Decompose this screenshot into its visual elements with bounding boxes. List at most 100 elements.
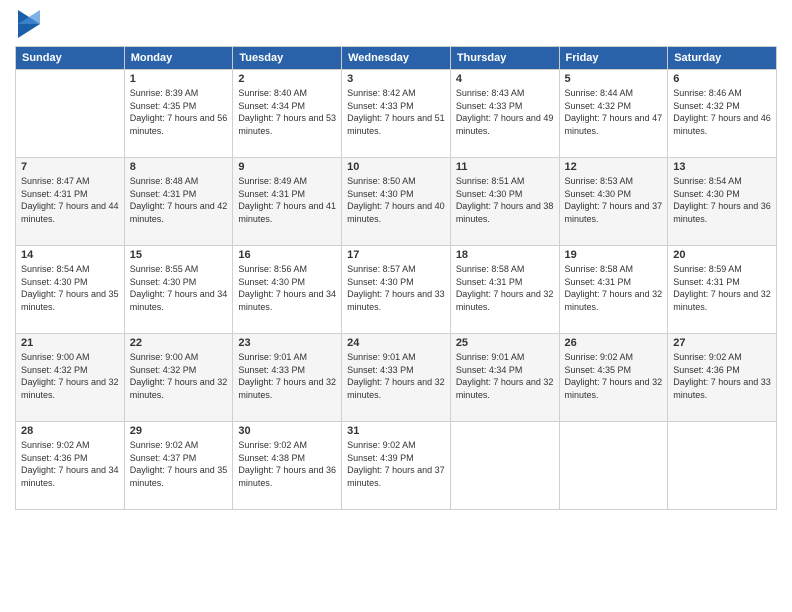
calendar-cell: 21 Sunrise: 9:00 AM Sunset: 4:32 PM Dayl… [16,334,125,422]
day-number: 21 [21,337,119,349]
day-number: 9 [238,161,336,173]
day-sunset: Sunset: 4:38 PM [238,452,336,465]
calendar-cell: 16 Sunrise: 8:56 AM Sunset: 4:30 PM Dayl… [233,246,342,334]
day-sunrise: Sunrise: 9:02 AM [238,439,336,452]
day-sunset: Sunset: 4:30 PM [238,276,336,289]
day-sunrise: Sunrise: 9:01 AM [238,351,336,364]
day-number: 2 [238,73,336,85]
day-sunset: Sunset: 4:30 PM [673,188,771,201]
day-number: 10 [347,161,445,173]
calendar-cell: 15 Sunrise: 8:55 AM Sunset: 4:30 PM Dayl… [124,246,233,334]
weekday-header-row: SundayMondayTuesdayWednesdayThursdayFrid… [16,47,777,70]
day-sunrise: Sunrise: 8:39 AM [130,87,228,100]
weekday-header-thursday: Thursday [450,47,559,70]
calendar-week-row: 7 Sunrise: 8:47 AM Sunset: 4:31 PM Dayli… [16,158,777,246]
day-sunset: Sunset: 4:30 PM [21,276,119,289]
day-sunset: Sunset: 4:31 PM [238,188,336,201]
calendar-table: SundayMondayTuesdayWednesdayThursdayFrid… [15,46,777,510]
calendar-cell: 17 Sunrise: 8:57 AM Sunset: 4:30 PM Dayl… [342,246,451,334]
day-sunrise: Sunrise: 8:43 AM [456,87,554,100]
weekday-header-tuesday: Tuesday [233,47,342,70]
day-daylight: Daylight: 7 hours and 32 minutes. [565,288,663,313]
day-number: 24 [347,337,445,349]
calendar-cell: 10 Sunrise: 8:50 AM Sunset: 4:30 PM Dayl… [342,158,451,246]
day-daylight: Daylight: 7 hours and 33 minutes. [673,376,771,401]
day-daylight: Daylight: 7 hours and 38 minutes. [456,200,554,225]
day-number: 23 [238,337,336,349]
logo [15,10,40,38]
day-sunset: Sunset: 4:30 PM [456,188,554,201]
day-daylight: Daylight: 7 hours and 34 minutes. [21,464,119,489]
calendar-cell: 14 Sunrise: 8:54 AM Sunset: 4:30 PM Dayl… [16,246,125,334]
calendar-cell: 8 Sunrise: 8:48 AM Sunset: 4:31 PM Dayli… [124,158,233,246]
calendar-cell: 7 Sunrise: 8:47 AM Sunset: 4:31 PM Dayli… [16,158,125,246]
day-number: 6 [673,73,771,85]
calendar-cell: 6 Sunrise: 8:46 AM Sunset: 4:32 PM Dayli… [668,70,777,158]
day-daylight: Daylight: 7 hours and 32 minutes. [673,288,771,313]
day-daylight: Daylight: 7 hours and 32 minutes. [565,376,663,401]
day-daylight: Daylight: 7 hours and 51 minutes. [347,112,445,137]
day-daylight: Daylight: 7 hours and 32 minutes. [238,376,336,401]
header [15,10,777,38]
weekday-header-monday: Monday [124,47,233,70]
calendar-week-row: 1 Sunrise: 8:39 AM Sunset: 4:35 PM Dayli… [16,70,777,158]
day-daylight: Daylight: 7 hours and 33 minutes. [347,288,445,313]
day-number: 20 [673,249,771,261]
day-daylight: Daylight: 7 hours and 34 minutes. [130,288,228,313]
day-sunset: Sunset: 4:30 PM [347,188,445,201]
day-daylight: Daylight: 7 hours and 32 minutes. [456,288,554,313]
calendar-week-row: 21 Sunrise: 9:00 AM Sunset: 4:32 PM Dayl… [16,334,777,422]
day-daylight: Daylight: 7 hours and 32 minutes. [21,376,119,401]
day-number: 30 [238,425,336,437]
day-sunrise: Sunrise: 8:40 AM [238,87,336,100]
day-sunset: Sunset: 4:31 PM [130,188,228,201]
day-daylight: Daylight: 7 hours and 44 minutes. [21,200,119,225]
calendar-cell: 11 Sunrise: 8:51 AM Sunset: 4:30 PM Dayl… [450,158,559,246]
day-daylight: Daylight: 7 hours and 56 minutes. [130,112,228,137]
calendar-cell: 31 Sunrise: 9:02 AM Sunset: 4:39 PM Dayl… [342,422,451,510]
day-sunrise: Sunrise: 9:02 AM [673,351,771,364]
day-sunset: Sunset: 4:35 PM [565,364,663,377]
calendar-cell: 1 Sunrise: 8:39 AM Sunset: 4:35 PM Dayli… [124,70,233,158]
day-sunset: Sunset: 4:32 PM [673,100,771,113]
calendar-cell: 22 Sunrise: 9:00 AM Sunset: 4:32 PM Dayl… [124,334,233,422]
day-sunset: Sunset: 4:31 PM [673,276,771,289]
day-daylight: Daylight: 7 hours and 41 minutes. [238,200,336,225]
day-daylight: Daylight: 7 hours and 37 minutes. [347,464,445,489]
calendar-cell: 19 Sunrise: 8:58 AM Sunset: 4:31 PM Dayl… [559,246,668,334]
day-daylight: Daylight: 7 hours and 36 minutes. [238,464,336,489]
day-sunset: Sunset: 4:36 PM [673,364,771,377]
day-sunrise: Sunrise: 9:02 AM [21,439,119,452]
calendar-cell: 12 Sunrise: 8:53 AM Sunset: 4:30 PM Dayl… [559,158,668,246]
day-sunrise: Sunrise: 9:00 AM [21,351,119,364]
day-sunset: Sunset: 4:39 PM [347,452,445,465]
calendar-week-row: 28 Sunrise: 9:02 AM Sunset: 4:36 PM Dayl… [16,422,777,510]
day-number: 28 [21,425,119,437]
day-number: 12 [565,161,663,173]
day-sunrise: Sunrise: 8:54 AM [21,263,119,276]
day-number: 11 [456,161,554,173]
calendar-cell: 27 Sunrise: 9:02 AM Sunset: 4:36 PM Dayl… [668,334,777,422]
calendar-cell: 4 Sunrise: 8:43 AM Sunset: 4:33 PM Dayli… [450,70,559,158]
day-number: 27 [673,337,771,349]
weekday-header-saturday: Saturday [668,47,777,70]
day-sunset: Sunset: 4:32 PM [21,364,119,377]
weekday-header-sunday: Sunday [16,47,125,70]
day-daylight: Daylight: 7 hours and 36 minutes. [673,200,771,225]
day-sunrise: Sunrise: 8:53 AM [565,175,663,188]
day-daylight: Daylight: 7 hours and 40 minutes. [347,200,445,225]
calendar-cell: 3 Sunrise: 8:42 AM Sunset: 4:33 PM Dayli… [342,70,451,158]
day-sunset: Sunset: 4:35 PM [130,100,228,113]
day-sunset: Sunset: 4:31 PM [456,276,554,289]
day-sunset: Sunset: 4:31 PM [565,276,663,289]
day-daylight: Daylight: 7 hours and 32 minutes. [456,376,554,401]
page: SundayMondayTuesdayWednesdayThursdayFrid… [0,0,792,612]
day-daylight: Daylight: 7 hours and 47 minutes. [565,112,663,137]
day-sunrise: Sunrise: 9:02 AM [130,439,228,452]
day-daylight: Daylight: 7 hours and 32 minutes. [130,376,228,401]
day-number: 26 [565,337,663,349]
day-daylight: Daylight: 7 hours and 49 minutes. [456,112,554,137]
day-number: 29 [130,425,228,437]
day-sunrise: Sunrise: 8:49 AM [238,175,336,188]
day-sunrise: Sunrise: 8:51 AM [456,175,554,188]
